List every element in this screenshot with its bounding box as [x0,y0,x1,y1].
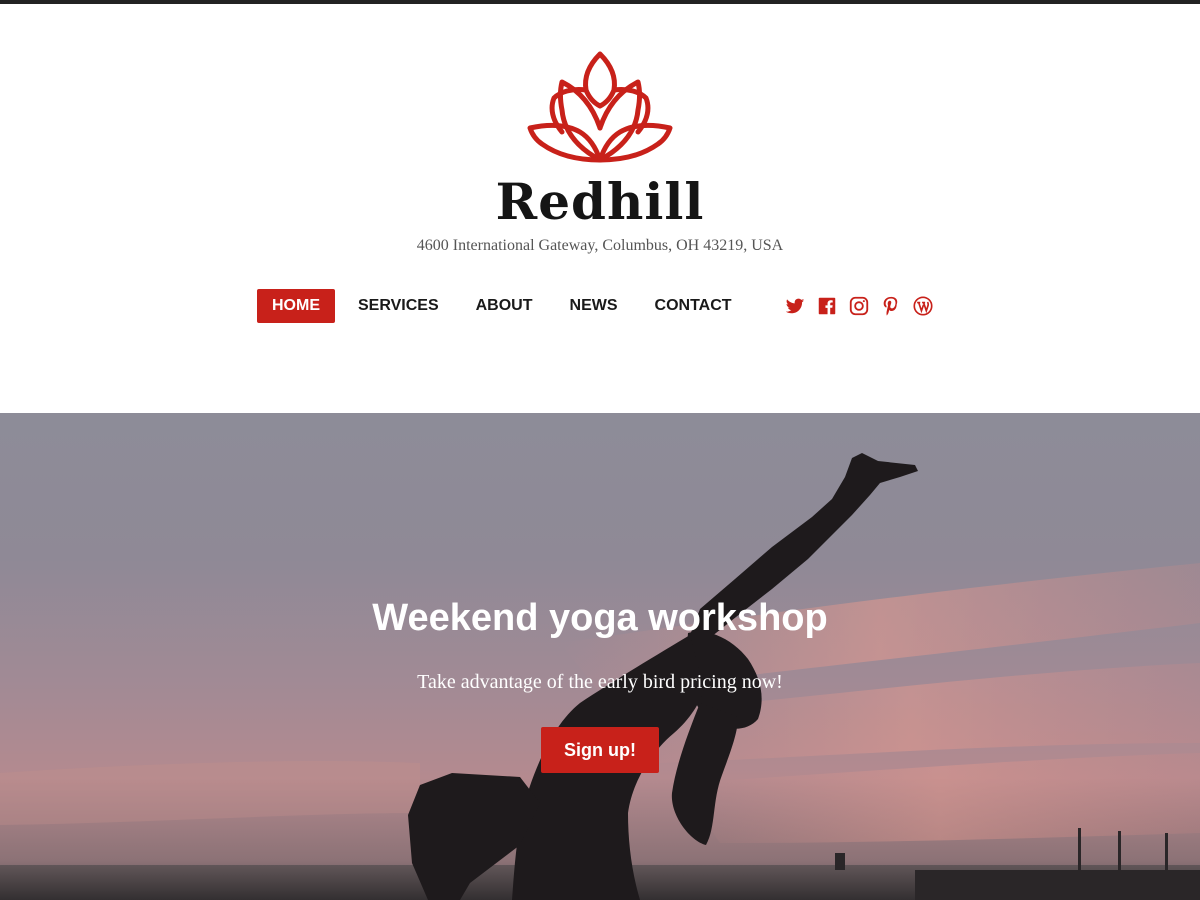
instagram-icon[interactable] [848,295,870,317]
nav-item-home[interactable]: HOME [257,289,335,323]
lotus-logo-icon[interactable] [520,48,680,168]
main-navigation: HOME SERVICES ABOUT NEWS CONTACT [257,289,751,323]
wordpress-icon[interactable] [912,295,934,317]
twitter-icon[interactable] [784,295,806,317]
sign-up-button[interactable]: Sign up! [541,727,659,773]
nav-item-services[interactable]: SERVICES [340,289,457,323]
social-links [784,295,944,317]
nav-item-contact[interactable]: CONTACT [637,289,750,323]
site-address: 4600 International Gateway, Columbus, OH… [416,237,784,254]
nav-item-about[interactable]: ABOUT [458,289,551,323]
hero-banner: Weekend yoga workshop Take advantage of … [0,413,1200,900]
nav-item-news[interactable]: NEWS [552,289,636,323]
hero-title: Weekend yoga workshop [372,597,828,639]
site-header: Redhill 4600 International Gateway, Colu… [0,4,1200,413]
facebook-icon[interactable] [816,295,838,317]
yoga-silhouette-image [0,453,1200,900]
hero-subtitle: Take advantage of the early bird pricing… [417,671,783,693]
site-title[interactable]: Redhill [0,172,1200,232]
pinterest-icon[interactable] [880,295,902,317]
